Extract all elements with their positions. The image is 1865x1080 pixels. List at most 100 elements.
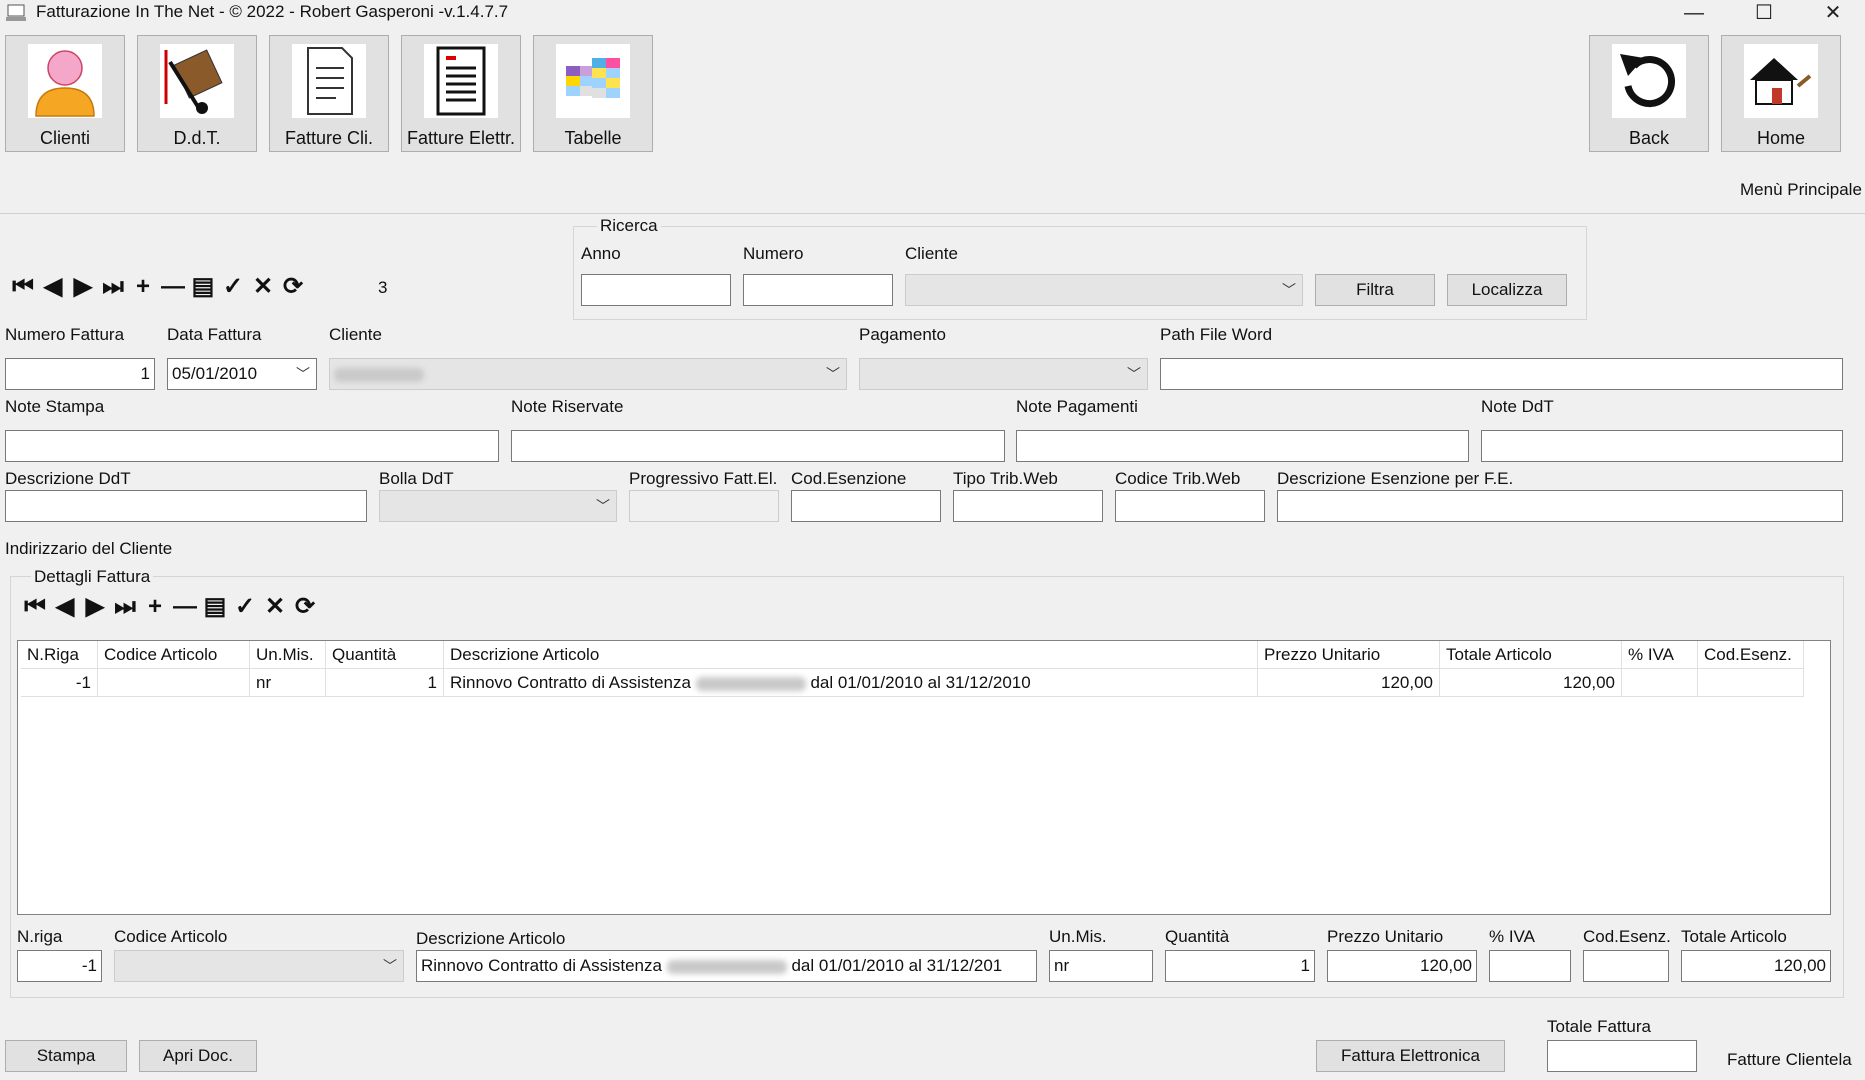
edit-iva-input[interactable]: [1489, 950, 1571, 982]
note-riservate-input[interactable]: [511, 430, 1005, 462]
data-fattura-picker[interactable]: 05/01/2010 ﹀: [167, 358, 317, 390]
totale-fattura-input[interactable]: [1547, 1040, 1697, 1072]
pagamento-combo[interactable]: ﹀: [859, 358, 1148, 390]
prev-icon[interactable]: ◀: [38, 272, 68, 302]
cancel-icon[interactable]: ✕: [260, 592, 290, 622]
numero-fattura-input[interactable]: 1: [5, 358, 155, 390]
descr-esenzione-label: Descrizione Esenzione per F.E.: [1277, 469, 1514, 488]
confirm-icon[interactable]: ✓: [230, 592, 260, 622]
record-navigator: ⏮ ◀ ▶ ⏭ + — ▤ ✓ ✕ ⟳: [8, 272, 308, 302]
tipo-trib-input[interactable]: [953, 490, 1103, 522]
refresh-icon[interactable]: ⟳: [278, 272, 308, 302]
fatture-cli-button[interactable]: Fatture Cli.: [269, 35, 389, 152]
last-icon[interactable]: ⏭: [98, 272, 128, 302]
path-word-input[interactable]: [1160, 358, 1843, 390]
edit-quantita-label: Quantità: [1165, 927, 1230, 946]
codice-trib-input[interactable]: [1115, 490, 1265, 522]
menu-principale-link[interactable]: Menù Principale: [1740, 180, 1862, 200]
fatture-elettr-button[interactable]: Fatture Elettr.: [401, 35, 521, 152]
localizza-button[interactable]: Localizza: [1447, 274, 1567, 306]
dettagli-grid[interactable]: N.Riga Codice Articolo Un.Mis. Quantità …: [17, 640, 1831, 915]
data-fattura-label: Data Fattura: [167, 325, 262, 344]
edit-nriga-input[interactable]: -1: [17, 950, 102, 982]
first-icon[interactable]: ⏮: [20, 592, 50, 622]
confirm-icon[interactable]: ✓: [218, 272, 248, 302]
record-count: 3: [378, 278, 388, 297]
col-header-nriga[interactable]: N.Riga: [21, 641, 98, 669]
edit-unmis-label: Un.Mis.: [1049, 927, 1107, 946]
prev-icon[interactable]: ◀: [50, 592, 80, 622]
descrizione-ddt-input[interactable]: [5, 490, 367, 522]
edit-totale-input[interactable]: 120,00: [1681, 950, 1831, 982]
col-header-prezzo[interactable]: Prezzo Unitario: [1258, 641, 1440, 669]
tabelle-button[interactable]: Tabelle: [533, 35, 653, 152]
apri-doc-button[interactable]: Apri Doc.: [139, 1040, 257, 1072]
note-ddt-input[interactable]: [1481, 430, 1843, 462]
col-header-unmis[interactable]: Un.Mis.: [250, 641, 326, 669]
edit-nriga-label: N.riga: [17, 927, 63, 946]
note-stampa-input[interactable]: [5, 430, 499, 462]
cell-descrizione-b: dal 01/01/2010 al 31/12/2010: [810, 673, 1031, 692]
bolla-ddt-combo[interactable]: ﹀: [379, 490, 617, 522]
edit-codice-combo[interactable]: ﹀: [114, 950, 404, 982]
anno-input[interactable]: [581, 274, 731, 306]
ddt-button[interactable]: D.d.T.: [137, 35, 257, 152]
fattura-elettronica-button[interactable]: Fattura Elettronica: [1316, 1040, 1505, 1072]
first-icon[interactable]: ⏮: [8, 272, 38, 302]
edit-quantita-input[interactable]: 1: [1165, 950, 1315, 982]
add-icon[interactable]: +: [140, 592, 170, 622]
minimize-button[interactable]: —: [1664, 0, 1724, 28]
clienti-button[interactable]: Clienti: [5, 35, 125, 152]
cell-quantita[interactable]: 1: [326, 669, 444, 697]
edit-icon[interactable]: ▤: [188, 272, 218, 302]
numero-label: Numero: [743, 244, 804, 263]
data-fattura-value: 05/01/2010: [172, 364, 258, 383]
remove-icon[interactable]: —: [158, 272, 188, 302]
col-header-iva[interactable]: % IVA: [1622, 641, 1698, 669]
descr-esenzione-input[interactable]: [1277, 490, 1843, 522]
cell-codice[interactable]: [98, 669, 250, 697]
stampa-button[interactable]: Stampa: [5, 1040, 127, 1072]
indirizzario-link[interactable]: Indirizzario del Cliente: [5, 539, 172, 559]
edit-codesenz-input[interactable]: [1583, 950, 1669, 982]
cell-codesenz[interactable]: [1698, 669, 1804, 697]
filtra-button[interactable]: Filtra: [1315, 274, 1435, 306]
edit-codice-label: Codice Articolo: [114, 927, 228, 946]
last-icon[interactable]: ⏭: [110, 592, 140, 622]
cancel-icon[interactable]: ✕: [248, 272, 278, 302]
edit-descr-a: Rinnovo Contratto di Assistenza: [421, 956, 662, 975]
col-header-codice[interactable]: Codice Articolo: [98, 641, 250, 669]
cell-iva[interactable]: [1622, 669, 1698, 697]
remove-icon[interactable]: —: [170, 592, 200, 622]
home-button[interactable]: Home: [1721, 35, 1841, 152]
hand-truck-icon: [160, 44, 234, 118]
cell-nriga[interactable]: -1: [21, 669, 98, 697]
col-header-descrizione[interactable]: Descrizione Articolo: [444, 641, 1258, 669]
edit-icon[interactable]: ▤: [200, 592, 230, 622]
edit-descr-input[interactable]: Rinnovo Contratto di Assistenza dal 01/0…: [416, 950, 1037, 982]
close-button[interactable]: ✕: [1803, 0, 1863, 28]
cell-descrizione[interactable]: Rinnovo Contratto di Assistenza dal 01/0…: [444, 669, 1258, 697]
col-header-totale[interactable]: Totale Articolo: [1440, 641, 1622, 669]
col-header-codesenz[interactable]: Cod.Esenz.: [1698, 641, 1804, 669]
next-icon[interactable]: ▶: [68, 272, 98, 302]
edit-prezzo-input[interactable]: 120,00: [1327, 950, 1477, 982]
cell-prezzo[interactable]: 120,00: [1258, 669, 1440, 697]
back-button[interactable]: Back: [1589, 35, 1709, 152]
add-icon[interactable]: +: [128, 272, 158, 302]
next-icon[interactable]: ▶: [80, 592, 110, 622]
edit-unmis-input[interactable]: nr: [1049, 950, 1153, 982]
refresh-icon[interactable]: ⟳: [290, 592, 320, 622]
cliente-combo[interactable]: ﹀: [329, 358, 847, 390]
path-word-label: Path File Word: [1160, 325, 1273, 344]
note-pagamenti-input[interactable]: [1016, 430, 1469, 462]
ricerca-cliente-combo[interactable]: ﹀: [905, 274, 1303, 306]
numero-input[interactable]: [743, 274, 893, 306]
note-riservate-label: Note Riservate: [511, 397, 624, 416]
cod-esenzione-input[interactable]: [791, 490, 941, 522]
cell-totale[interactable]: 120,00: [1440, 669, 1622, 697]
col-header-quantita[interactable]: Quantità: [326, 641, 444, 669]
dettagli-title: Dettagli Fattura: [31, 567, 154, 587]
maximize-button[interactable]: ☐: [1734, 0, 1794, 28]
cell-unmis[interactable]: nr: [250, 669, 326, 697]
